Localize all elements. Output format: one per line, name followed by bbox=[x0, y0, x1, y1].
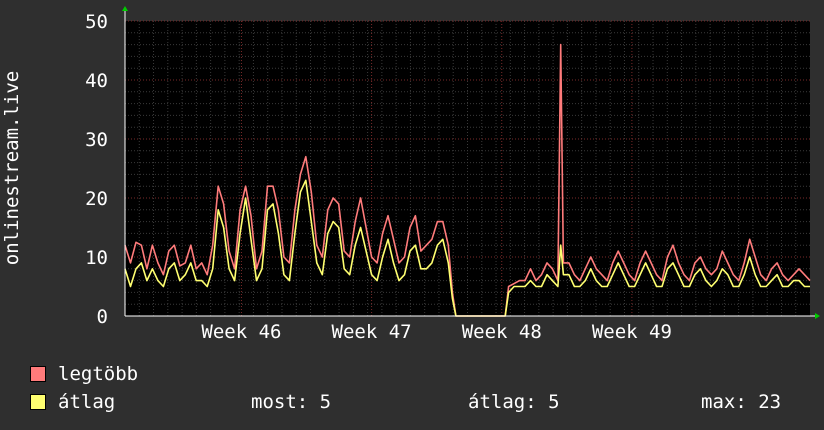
legend-label-max: legtöbb bbox=[58, 363, 139, 385]
x-tick-label: Week 46 bbox=[201, 321, 281, 343]
stat-average: átlag: 5 bbox=[468, 391, 560, 413]
x-tick-label: Week 47 bbox=[332, 321, 412, 343]
x-tick-label: Week 49 bbox=[592, 321, 672, 343]
x-tick-label: Week 48 bbox=[462, 321, 542, 343]
y-axis-arrow bbox=[122, 6, 128, 11]
legend-item-max: legtöbb bbox=[30, 363, 138, 385]
y-tick-label: 30 bbox=[85, 129, 108, 151]
legend-label-avg: átlag bbox=[58, 391, 116, 413]
legend-swatch-avg bbox=[30, 394, 46, 410]
chart: 01020304050Week 46 Week 47 Week 48 Week 49 … bbox=[1, 6, 820, 343]
x-axis-arrow bbox=[815, 313, 820, 319]
y-tick-label: 50 bbox=[85, 11, 108, 33]
legend-swatch-max bbox=[30, 366, 46, 382]
y-tick-label: 10 bbox=[85, 247, 108, 269]
y-tick-label: 0 bbox=[97, 306, 108, 328]
legend-item-avg: átlag bbox=[30, 391, 115, 413]
y-axis-label: onlinestream.live bbox=[1, 71, 23, 265]
y-tick-label: 40 bbox=[85, 70, 108, 92]
stat-max: max: 23 bbox=[701, 391, 782, 413]
stat-now: most: 5 bbox=[251, 391, 332, 413]
y-tick-label: 20 bbox=[85, 188, 108, 210]
